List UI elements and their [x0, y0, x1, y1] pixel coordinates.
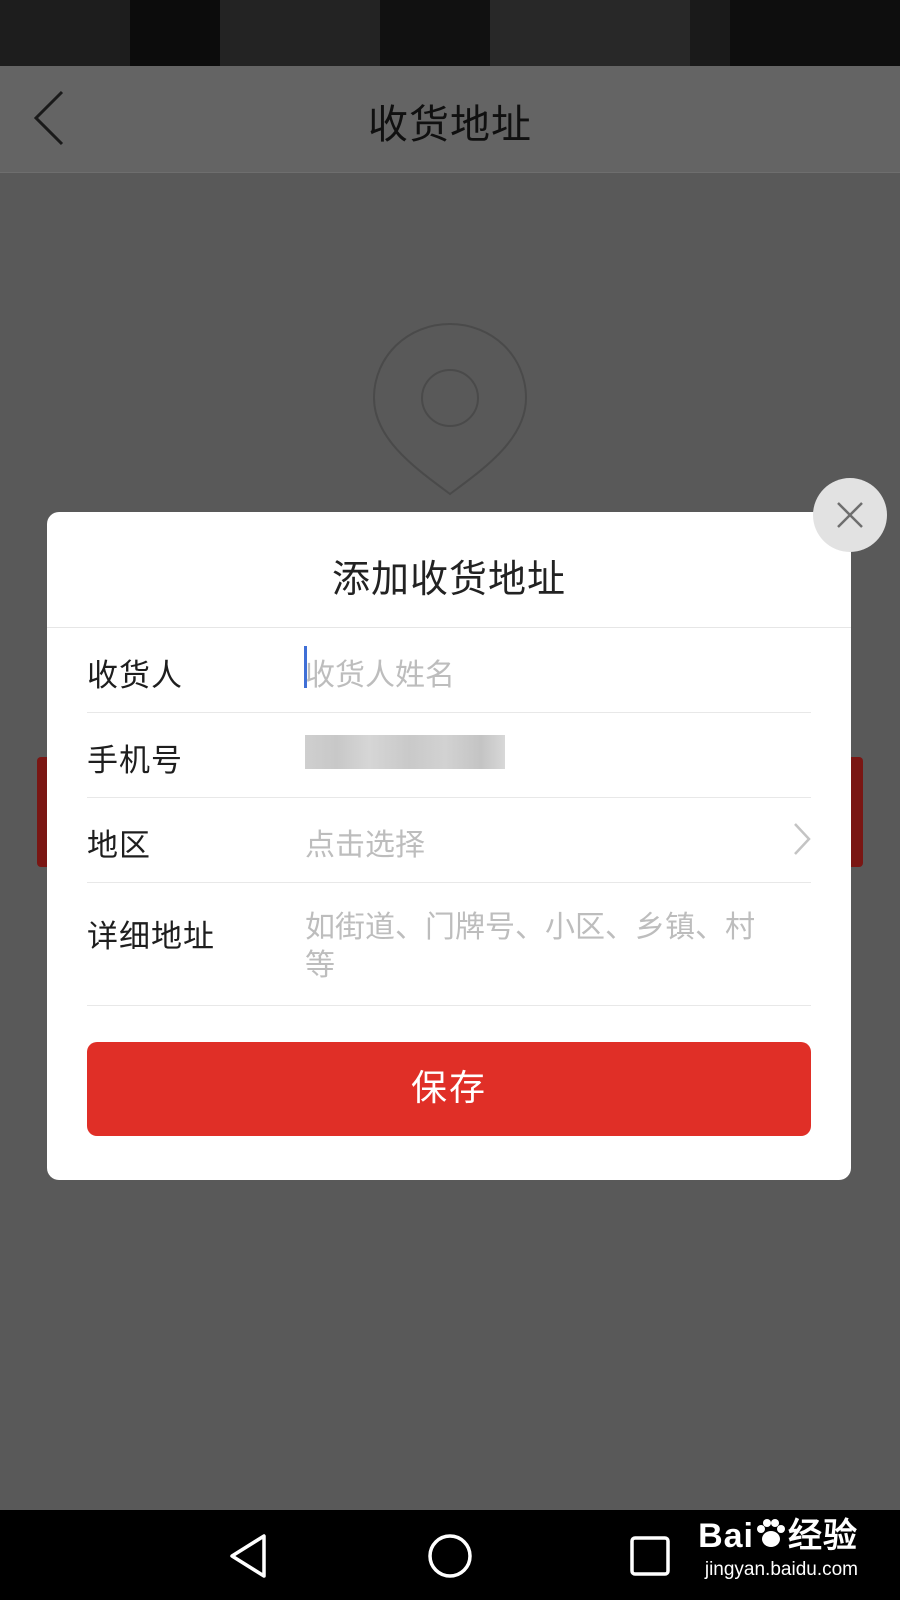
region-select[interactable]: 点击选择 — [305, 820, 425, 864]
dialog-title: 添加收货地址 — [331, 557, 566, 601]
chevron-right-icon — [794, 823, 811, 855]
baidu-paw-icon — [757, 1519, 785, 1547]
add-address-dialog: 添加收货地址 收货人 收货人姓名 手机号 地区 点击选择 详细地址 如街道、门牌… — [47, 512, 851, 1180]
top-nav-bar: 收货地址 — [0, 66, 900, 173]
status-bar — [0, 0, 900, 66]
watermark-brand-right: 经验 — [788, 1517, 858, 1555]
close-dialog-button[interactable] — [813, 478, 887, 552]
save-button[interactable]: 保存 — [87, 1042, 811, 1136]
page-title: 收货地址 — [368, 102, 532, 148]
watermark-url: jingyan.baidu.com — [704, 1559, 858, 1580]
location-pin-icon — [372, 322, 528, 496]
region-label: 地区 — [87, 828, 151, 864]
close-icon — [837, 502, 863, 528]
phone-input[interactable] — [305, 735, 505, 769]
region-row[interactable]: 地区 点击选择 — [87, 798, 811, 883]
recipient-name-row[interactable]: 收货人 收货人姓名 — [87, 628, 811, 713]
detail-address-label: 详细地址 — [87, 919, 215, 955]
back-triangle-icon[interactable] — [222, 1528, 278, 1584]
detail-address-row[interactable]: 详细地址 如街道、门牌号、小区、乡镇、村等 — [87, 883, 811, 1006]
phone-row[interactable]: 手机号 — [87, 713, 811, 798]
baidu-jingyan-watermark: Bai 经验 jingyan.baidu.com — [698, 1508, 858, 1581]
home-circle-icon[interactable] — [422, 1528, 478, 1584]
recipient-name-input[interactable]: 收货人姓名 — [305, 650, 455, 694]
phone-label: 手机号 — [87, 743, 183, 779]
detail-address-input[interactable]: 如街道、门牌号、小区、乡镇、村等 — [305, 909, 775, 985]
watermark-brand-left: Bai — [698, 1517, 754, 1555]
recipient-name-label: 收货人 — [87, 658, 183, 694]
recent-apps-square-icon[interactable] — [622, 1528, 678, 1584]
